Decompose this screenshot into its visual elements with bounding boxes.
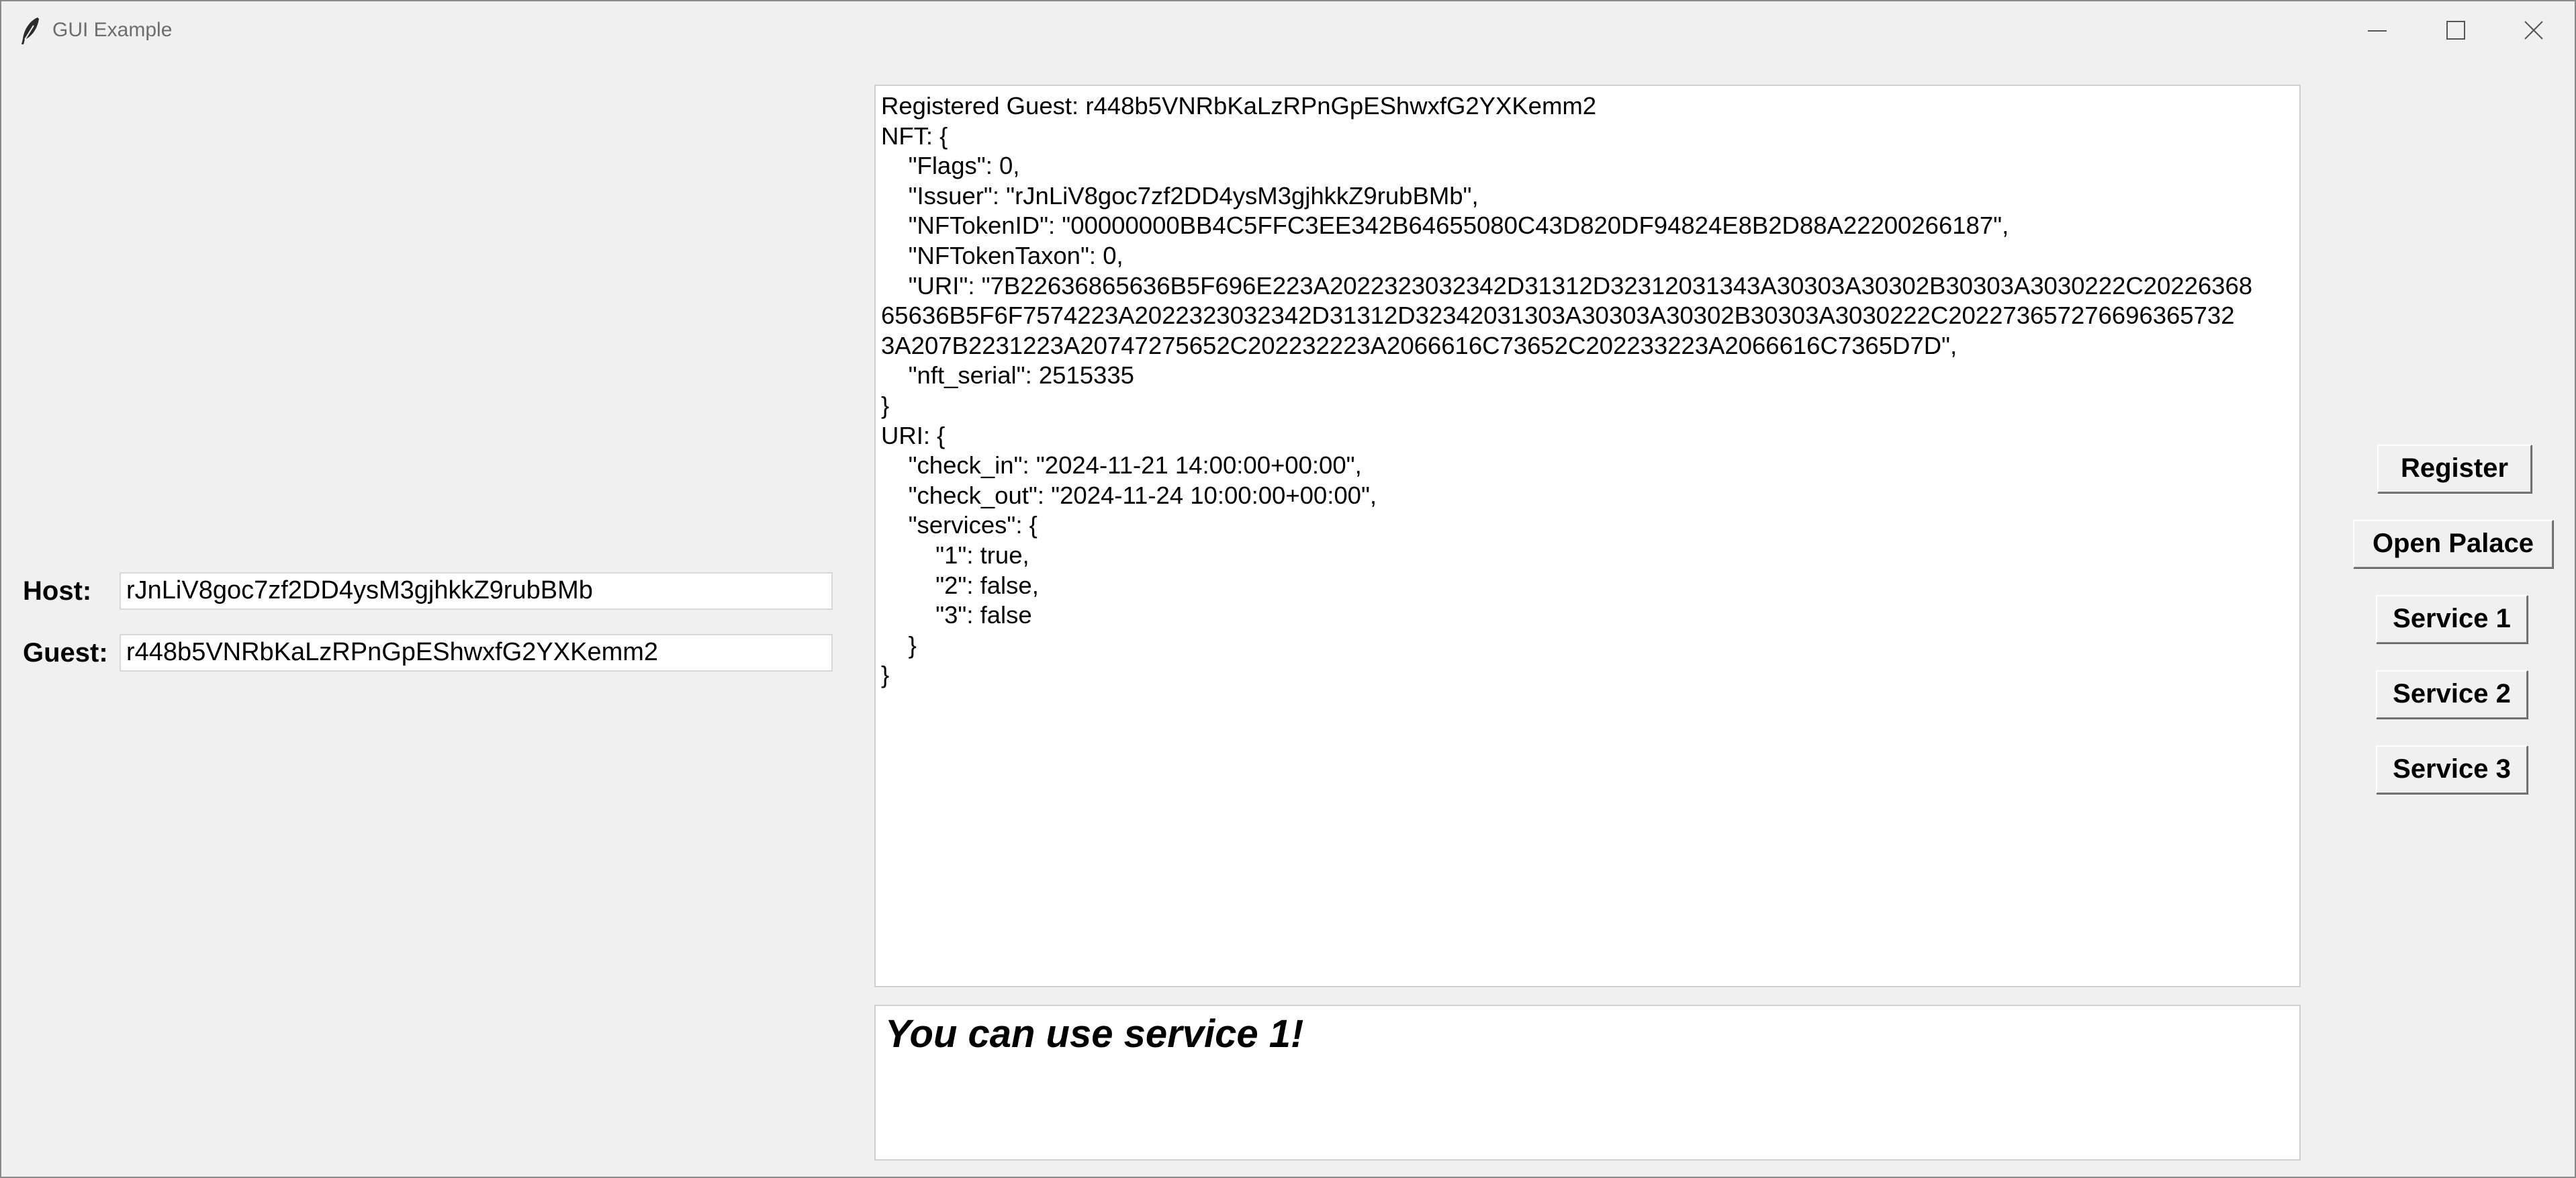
guest-input[interactable]: r448b5VNRbKaLzRPnGpEShwxfG2YXKemm2 [120,634,833,672]
service-3-button[interactable]: Service 3 [2376,745,2528,794]
title-bar[interactable]: GUI Example [1,1,2575,60]
app-window: GUI Example Host: rJnLiV8goc7zf2DD4ysM3g… [0,0,2576,1178]
guest-label: Guest: [23,638,108,668]
status-message: You can use service 1! [885,1012,1304,1056]
service-1-button[interactable]: Service 1 [2376,595,2528,643]
open-palace-button[interactable]: Open Palace [2353,520,2553,568]
output-textbox[interactable]: Registered Guest: r448b5VNRbKaLzRPnGpESh… [874,85,2301,987]
host-label: Host: [23,576,92,606]
maximize-button[interactable] [2419,1,2494,60]
maximize-icon [2446,21,2465,40]
message-textbox[interactable]: You can use service 1! [874,1005,2301,1161]
close-button[interactable] [2497,1,2572,60]
window-title: GUI Example [52,19,173,41]
close-icon [2524,21,2543,40]
feather-icon [17,16,42,46]
host-input[interactable]: rJnLiV8goc7zf2DD4ysM3gjhkkZ9rubBMb [120,572,833,610]
output-text: Registered Guest: r448b5VNRbKaLzRPnGpESh… [881,92,2253,689]
minimize-button[interactable] [2341,1,2416,60]
service-2-button[interactable]: Service 2 [2376,670,2528,719]
register-button[interactable]: Register [2377,445,2532,493]
minimize-icon [2368,30,2387,32]
